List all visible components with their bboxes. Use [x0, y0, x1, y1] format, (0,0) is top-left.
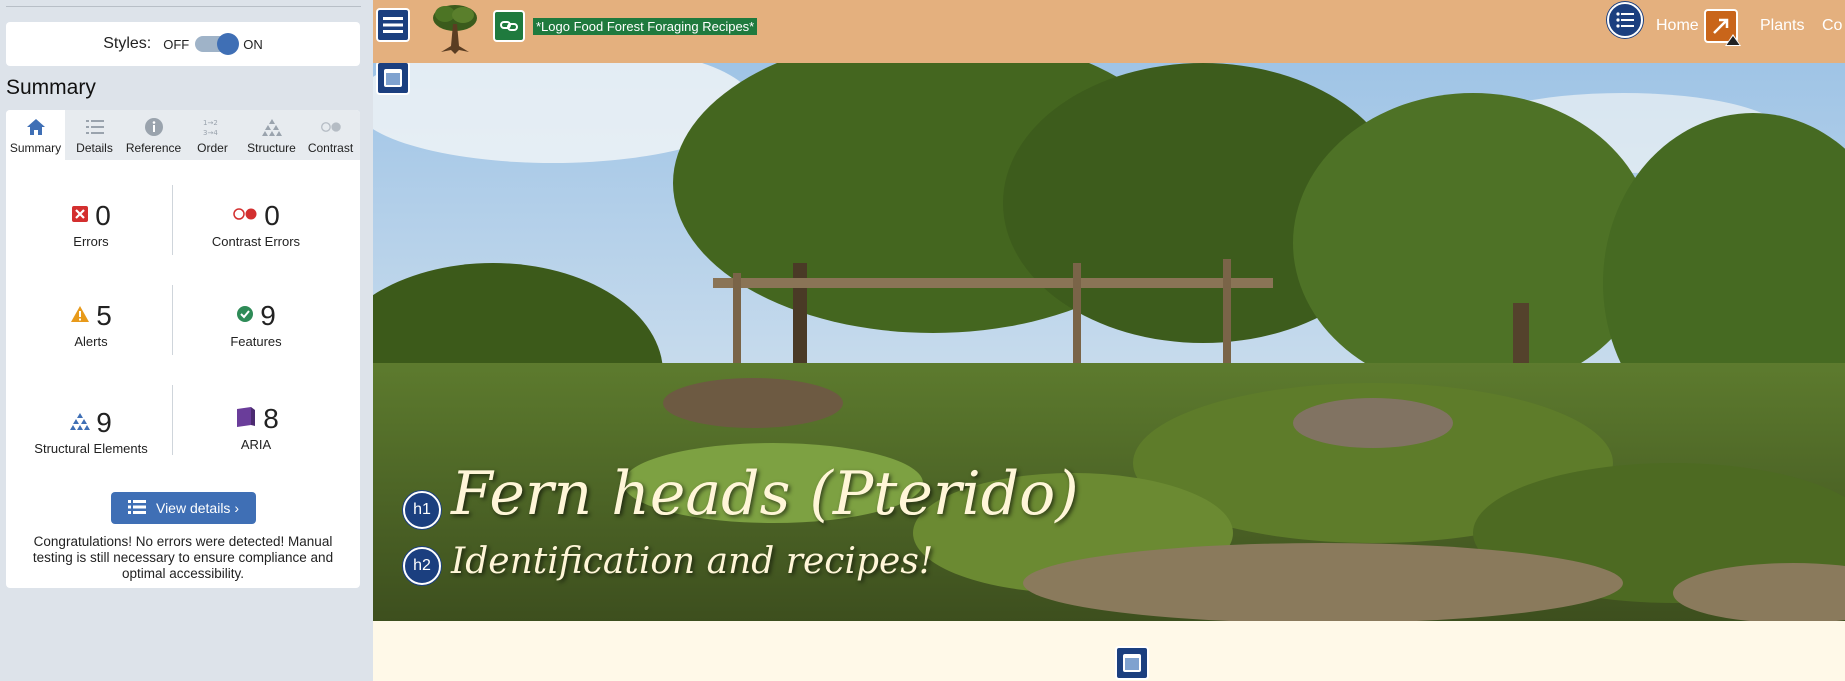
- list-icon[interactable]: [376, 8, 410, 42]
- stat-errors[interactable]: 0 Errors: [11, 200, 171, 249]
- tab-label: Contrast: [307, 141, 354, 155]
- list-icon: [84, 116, 106, 138]
- tab-label: Summary: [9, 141, 62, 155]
- logo-alt-text[interactable]: *Logo Food Forest Foraging Recipes*: [533, 18, 758, 35]
- styles-on-label: ON: [243, 36, 263, 52]
- divider: [172, 385, 173, 455]
- alerts-label: Alerts: [74, 334, 108, 349]
- link-icon[interactable]: [493, 10, 525, 42]
- styles-off-label: OFF: [163, 36, 190, 52]
- view-details-label: View details ›: [155, 500, 239, 516]
- page-title: Fern heads (Pterido): [451, 459, 1079, 529]
- aria-count: 8: [263, 403, 279, 434]
- svg-text:3→4: 3→4: [203, 129, 218, 137]
- list-icon: [127, 499, 146, 517]
- region-icon[interactable]: [1115, 646, 1149, 680]
- contrast-error-icon: [232, 207, 258, 226]
- structure-icon: [70, 412, 91, 435]
- info-icon: [143, 116, 165, 138]
- view-details-button[interactable]: View details ›: [111, 492, 256, 524]
- summary-message: Congratulations! No errors were detected…: [32, 534, 334, 581]
- summary-card: Summary Details Reference 1→23→4 Order: [6, 110, 360, 588]
- toggle-knob[interactable]: [217, 33, 240, 55]
- list-icon[interactable]: [1607, 2, 1643, 38]
- styles-toggle-box: Styles: OFF ON: [6, 22, 360, 66]
- errors-count: 0: [95, 200, 111, 231]
- features-count: 9: [260, 300, 276, 331]
- tab-label: Details: [76, 141, 113, 155]
- order-icon: 1→2 3→4: [202, 116, 224, 138]
- redundant-link-alert-icon[interactable]: [1703, 8, 1743, 48]
- structural-count: 9: [96, 407, 112, 438]
- error-icon: [71, 205, 89, 228]
- h1-badge[interactable]: h1: [403, 491, 441, 529]
- styles-toggle[interactable]: [195, 33, 240, 55]
- errors-label: Errors: [73, 234, 109, 249]
- tab-reference[interactable]: Reference: [124, 110, 183, 160]
- region-icon[interactable]: [376, 63, 410, 95]
- stat-aria[interactable]: 8 ARIA: [176, 403, 336, 452]
- page-subtitle: Identification and recipes!: [451, 541, 934, 582]
- site-header: *Logo Food Forest Foraging Recipes* Home…: [373, 0, 1845, 63]
- styles-label: Styles:: [103, 35, 152, 52]
- divider: [172, 185, 173, 255]
- divider: [6, 6, 361, 7]
- stat-contrast-errors[interactable]: 0 Contrast Errors: [176, 200, 336, 249]
- stat-structural[interactable]: 9 Structural Elements: [11, 407, 171, 456]
- summary-stats: 0 Errors 0 Contrast Errors 5 Alerts 9 Fe…: [6, 160, 360, 490]
- tab-structure[interactable]: Structure: [242, 110, 301, 160]
- home-icon: [25, 116, 47, 138]
- tree-logo-icon: [429, 2, 481, 59]
- nav-plants[interactable]: Plants: [1760, 17, 1804, 35]
- tab-contrast[interactable]: Contrast: [301, 110, 360, 160]
- garden-photo: [373, 63, 1845, 621]
- structure-icon: [261, 116, 283, 138]
- tab-label: Order: [197, 141, 228, 155]
- tab-label: Structure: [247, 141, 296, 155]
- panel-tabs: Summary Details Reference 1→23→4 Order: [6, 110, 360, 160]
- nav-home[interactable]: Home: [1656, 17, 1699, 35]
- tab-label: Reference: [125, 141, 182, 155]
- web-page: *Logo Food Forest Foraging Recipes* Home…: [373, 0, 1845, 681]
- contrast-errors-count: 0: [264, 200, 280, 231]
- h2-badge[interactable]: h2: [403, 547, 441, 585]
- feature-check-icon: [236, 305, 254, 328]
- tab-order[interactable]: 1→2 3→4 Order: [183, 110, 242, 160]
- contrast-errors-label: Contrast Errors: [211, 234, 301, 249]
- tab-summary[interactable]: Summary: [6, 110, 65, 160]
- tab-details[interactable]: Details: [65, 110, 124, 160]
- summary-heading: Summary: [6, 76, 96, 99]
- divider: [172, 285, 173, 355]
- stat-features[interactable]: 9 Features: [176, 300, 336, 349]
- features-label: Features: [230, 334, 282, 349]
- alert-icon: [70, 305, 90, 328]
- aria-cube-icon: [233, 405, 257, 434]
- hero-banner: h1 Fern heads (Pterido) h2 Identificatio…: [373, 63, 1845, 621]
- stat-alerts[interactable]: 5 Alerts: [11, 300, 171, 349]
- wave-sidebar: Styles: OFF ON Summary Summary Details R…: [0, 0, 373, 681]
- contrast-icon: [320, 116, 342, 138]
- alerts-count: 5: [96, 300, 112, 331]
- svg-text:1→2: 1→2: [203, 119, 218, 127]
- structural-label: Structural Elements: [34, 441, 148, 456]
- nav-partial[interactable]: Co: [1822, 17, 1842, 35]
- aria-label: ARIA: [240, 437, 272, 452]
